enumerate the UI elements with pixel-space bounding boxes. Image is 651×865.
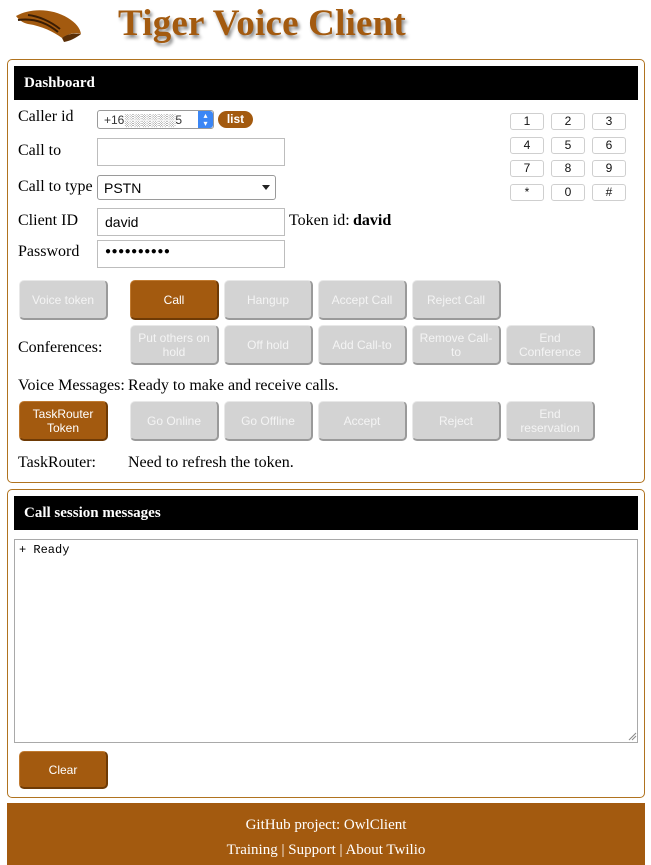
select-arrows-icon: ▴ ▾ bbox=[198, 111, 213, 128]
password-input[interactable]: ●●●●●●●●●● bbox=[97, 240, 285, 268]
call-button[interactable]: Call bbox=[130, 280, 219, 320]
dropdown-arrow-icon bbox=[262, 185, 270, 190]
client-id-label: Client ID bbox=[18, 212, 78, 229]
taskrouter-label: TaskRouter: bbox=[18, 454, 96, 471]
conferences-label: Conferences: bbox=[18, 339, 103, 356]
call-session-panel: Call session messages + Ready Clear bbox=[7, 489, 645, 798]
password-label: Password bbox=[18, 243, 80, 260]
put-others-on-hold-button[interactable]: Put others on hold bbox=[130, 325, 219, 365]
footer: GitHub project: OwlClient Training | Sup… bbox=[7, 803, 645, 865]
call-session-title-bar: Call session messages bbox=[14, 496, 638, 530]
tiger-claw-icon bbox=[16, 10, 81, 42]
support-link[interactable]: Support bbox=[288, 842, 336, 858]
accept-call-button[interactable]: Accept Call bbox=[318, 280, 407, 320]
keypad-key-4[interactable]: 4 bbox=[510, 137, 544, 154]
footer-separator: | bbox=[281, 842, 285, 858]
remove-call-to-button[interactable]: Remove Call-to bbox=[412, 325, 501, 365]
taskrouter-token-button[interactable]: TaskRouter Token bbox=[19, 401, 108, 441]
keypad-key-1[interactable]: 1 bbox=[510, 113, 544, 130]
keypad-key-3[interactable]: 3 bbox=[592, 113, 626, 130]
header: Tiger Voice Client bbox=[0, 0, 651, 56]
list-button[interactable]: list bbox=[218, 111, 253, 128]
go-online-button[interactable]: Go Online bbox=[130, 401, 219, 441]
keypad-key-9[interactable]: 9 bbox=[592, 160, 626, 177]
caller-id-select[interactable]: +16░░░░░░5 ▴ ▾ bbox=[97, 110, 214, 129]
caller-id-value: +16░░░░░░5 bbox=[104, 112, 183, 127]
app-title: Tiger Voice Client bbox=[118, 3, 406, 44]
clear-button[interactable]: Clear bbox=[19, 751, 108, 789]
call-session-log[interactable]: + Ready bbox=[14, 539, 638, 743]
reject-button[interactable]: Reject bbox=[412, 401, 501, 441]
voice-messages-label: Voice Messages: bbox=[18, 377, 125, 394]
voice-token-button[interactable]: Voice token bbox=[19, 280, 108, 320]
caller-id-label: Caller id bbox=[18, 108, 74, 125]
voice-messages-status: Ready to make and receive calls. bbox=[128, 377, 339, 394]
about-twilio-link[interactable]: About Twilio bbox=[345, 842, 425, 858]
dashboard-panel: Dashboard Caller id +16░░░░░░5 ▴ ▾ list C… bbox=[7, 59, 645, 483]
go-offline-button[interactable]: Go Offline bbox=[224, 401, 313, 441]
keypad-key-8[interactable]: 8 bbox=[551, 160, 585, 177]
accept-button[interactable]: Accept bbox=[318, 401, 407, 441]
keypad-key-7[interactable]: 7 bbox=[510, 160, 544, 177]
footer-separator: | bbox=[339, 842, 343, 858]
end-conference-button[interactable]: End Conference bbox=[506, 325, 595, 365]
call-to-type-label: Call to type bbox=[18, 178, 93, 195]
client-id-input[interactable]: david bbox=[97, 208, 285, 236]
keypad-key-5[interactable]: 5 bbox=[551, 137, 585, 154]
call-to-label: Call to bbox=[18, 142, 62, 159]
call-to-type-value: PSTN bbox=[104, 179, 142, 196]
training-link[interactable]: Training bbox=[227, 842, 278, 858]
dashboard-title-bar: Dashboard bbox=[14, 66, 638, 100]
keypad-key-0[interactable]: 0 bbox=[551, 184, 585, 201]
keypad-key-star[interactable]: * bbox=[510, 184, 544, 201]
reject-call-button[interactable]: Reject Call bbox=[412, 280, 501, 320]
end-reservation-button[interactable]: End reservation bbox=[506, 401, 595, 441]
off-hold-button[interactable]: Off hold bbox=[224, 325, 313, 365]
github-project-link[interactable]: GitHub project: OwlClient bbox=[246, 817, 407, 833]
call-to-input[interactable] bbox=[97, 138, 285, 166]
hangup-button[interactable]: Hangup bbox=[224, 280, 313, 320]
keypad-key-hash[interactable]: # bbox=[592, 184, 626, 201]
taskrouter-status: Need to refresh the token. bbox=[128, 454, 294, 471]
token-id-label: Token id: bbox=[289, 212, 350, 229]
call-to-type-select[interactable]: PSTN bbox=[97, 175, 276, 200]
add-call-to-button[interactable]: Add Call-to bbox=[318, 325, 407, 365]
token-id-value: david bbox=[353, 212, 392, 229]
resize-grip-icon[interactable] bbox=[627, 731, 637, 741]
keypad-key-2[interactable]: 2 bbox=[551, 113, 585, 130]
keypad-key-6[interactable]: 6 bbox=[592, 137, 626, 154]
